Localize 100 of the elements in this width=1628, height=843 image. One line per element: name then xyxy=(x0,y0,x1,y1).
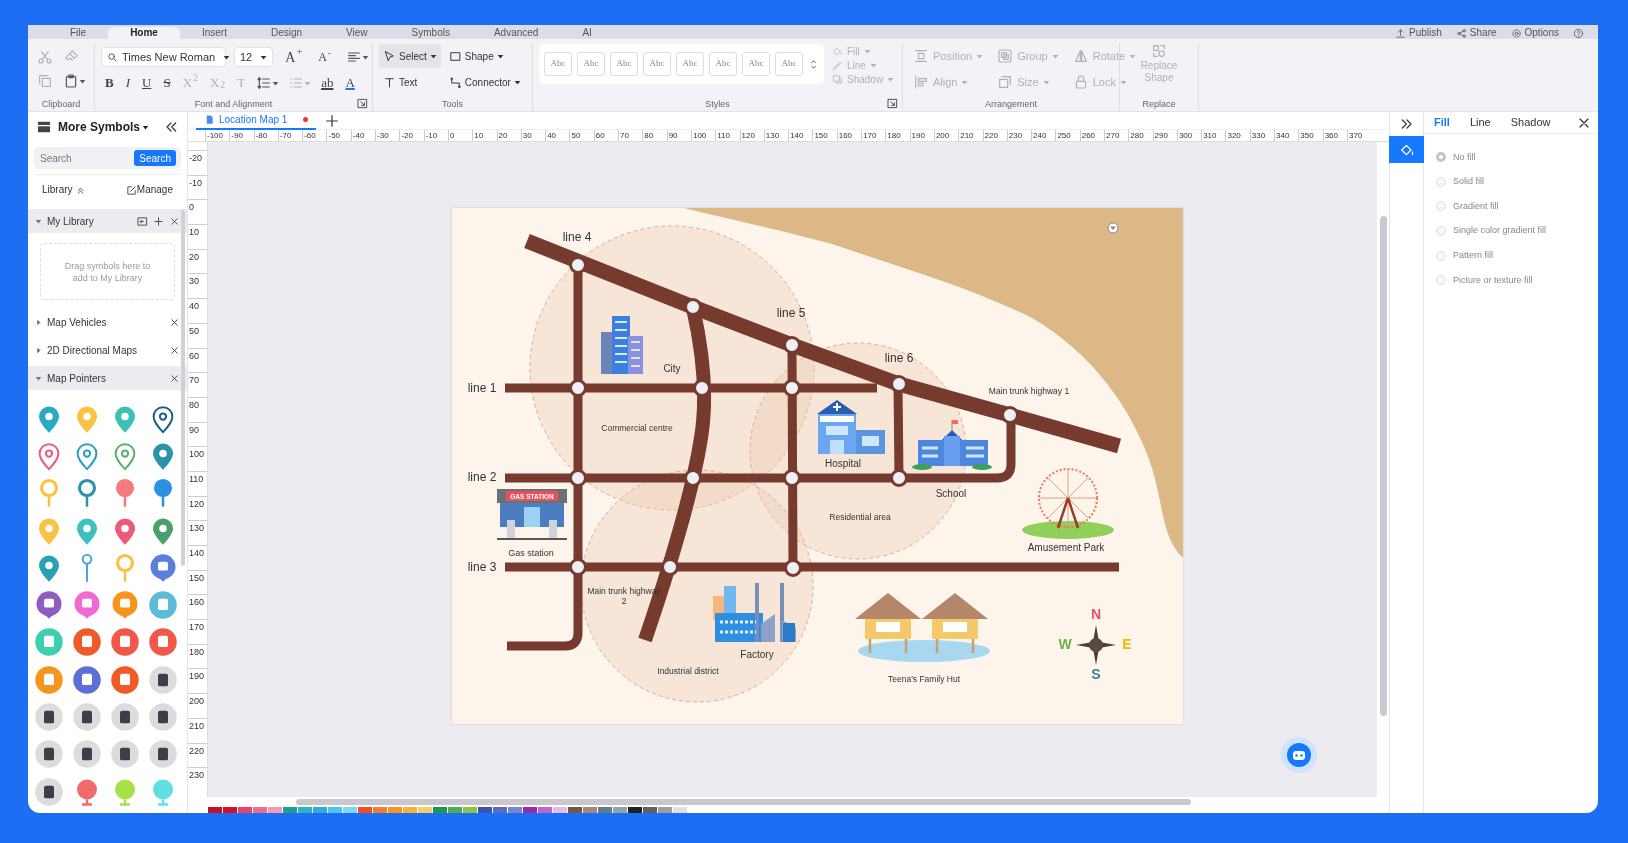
color-swatch[interactable] xyxy=(358,807,372,813)
font-size-increase-button[interactable]: A$^{+}$ xyxy=(281,46,307,68)
radio-button[interactable] xyxy=(1436,201,1446,212)
scrollbar-thumb[interactable] xyxy=(1380,216,1387,716)
close-icon[interactable] xyxy=(169,344,180,356)
scrollbar-thumb[interactable] xyxy=(296,799,1191,805)
color-swatch[interactable] xyxy=(373,807,387,813)
color-swatch[interactable] xyxy=(283,807,297,813)
style-sample[interactable]: Abc xyxy=(544,52,572,76)
help-icon[interactable] xyxy=(1573,27,1584,39)
dialog-launcher-icon[interactable] xyxy=(887,98,898,109)
menu-tab[interactable]: Symbols xyxy=(389,27,472,39)
style-sample[interactable]: Abc xyxy=(742,52,770,76)
menu-tab[interactable]: Advanced xyxy=(471,27,561,39)
color-swatch[interactable] xyxy=(403,807,417,813)
plus-icon[interactable] xyxy=(324,112,341,129)
round-symbol-icon[interactable] xyxy=(110,739,140,770)
radio-button[interactable] xyxy=(1436,176,1446,187)
color-swatch[interactable] xyxy=(523,807,537,813)
round-pin-icon[interactable] xyxy=(34,590,64,621)
color-swatch[interactable] xyxy=(568,807,582,813)
option-label[interactable]: Single color gradient fill xyxy=(1453,224,1547,238)
scroll-arrows-icon[interactable] xyxy=(808,58,819,70)
round-pin-icon[interactable] xyxy=(110,590,140,621)
option-label[interactable]: Picture or texture fill xyxy=(1453,273,1533,287)
connector-tool-button[interactable]: Connector xyxy=(444,70,525,94)
section-title[interactable]: 2D Directional Maps xyxy=(47,342,164,358)
library-toggle[interactable]: Library xyxy=(42,182,87,197)
strike-format-button[interactable]: S xyxy=(159,72,175,94)
round-symbol-icon[interactable] xyxy=(148,664,178,695)
color-swatch[interactable] xyxy=(328,807,342,813)
bold-format-button[interactable]: B xyxy=(101,72,118,94)
line-spacing-icon[interactable] xyxy=(255,75,272,91)
expanded-triangle-icon[interactable] xyxy=(35,374,42,382)
color-swatch[interactable] xyxy=(553,807,567,813)
color-swatch[interactable] xyxy=(628,807,642,813)
round-symbol-icon[interactable] xyxy=(34,776,64,807)
scrollbar-thumb[interactable] xyxy=(181,210,185,566)
font-size-decrease-button[interactable]: A$^{-}$ xyxy=(314,46,335,68)
plus-icon[interactable] xyxy=(153,215,164,227)
radio-button[interactable] xyxy=(1436,152,1446,163)
radio-button[interactable] xyxy=(1436,226,1446,237)
menu-tab[interactable]: Design xyxy=(248,27,325,39)
color-swatch[interactable] xyxy=(448,807,462,813)
color-swatch[interactable] xyxy=(643,807,657,813)
color-swatch[interactable] xyxy=(433,807,447,813)
panel-tab[interactable]: Fill xyxy=(1424,111,1460,134)
style-sample[interactable]: Abc xyxy=(577,52,605,76)
color-swatch[interactable] xyxy=(673,807,687,813)
color-swatch[interactable] xyxy=(223,807,237,813)
menu-tab[interactable]: File xyxy=(48,27,109,39)
page-menu-icon[interactable] xyxy=(1107,222,1119,234)
panel-title-dropdown[interactable]: More Symbols xyxy=(58,118,150,136)
color-swatch[interactable] xyxy=(208,807,222,813)
top-action-link[interactable]: Publish xyxy=(1395,27,1442,39)
highlight-format-button[interactable]: ab xyxy=(317,72,338,94)
color-swatch[interactable] xyxy=(388,807,402,813)
color-swatch[interactable] xyxy=(298,807,312,813)
menu-tab[interactable]: View xyxy=(324,27,390,39)
color-format-button[interactable]: A xyxy=(341,72,359,94)
top-action-link[interactable]: Share xyxy=(1455,27,1497,39)
style-sample[interactable]: Abc xyxy=(610,52,638,76)
round-pin-icon[interactable] xyxy=(148,552,178,583)
menu-tab[interactable]: Home xyxy=(108,27,180,39)
section-title[interactable]: My Library xyxy=(47,213,132,229)
color-swatch[interactable] xyxy=(598,807,612,813)
select-tool-button[interactable]: Select xyxy=(379,44,441,68)
option-label[interactable]: Solid fill xyxy=(1453,175,1484,189)
close-icon[interactable] xyxy=(169,316,180,328)
search-button[interactable]: Search xyxy=(134,150,176,166)
underline-format-button[interactable]: U xyxy=(138,72,156,94)
color-swatch[interactable] xyxy=(658,807,672,813)
color-swatch[interactable] xyxy=(238,807,252,813)
color-swatch[interactable] xyxy=(478,807,492,813)
round-symbol-icon[interactable] xyxy=(72,739,102,770)
panel-tab[interactable]: Shadow xyxy=(1500,111,1561,134)
color-swatch[interactable] xyxy=(583,807,597,813)
radio-button[interactable] xyxy=(1436,250,1446,261)
color-swatch[interactable] xyxy=(313,807,327,813)
text-align-icon[interactable] xyxy=(345,49,362,65)
fill-panel-button[interactable] xyxy=(1389,136,1424,163)
menu-tab[interactable]: AI xyxy=(560,27,614,39)
round-symbol-icon[interactable] xyxy=(110,702,140,732)
color-swatch[interactable] xyxy=(343,807,357,813)
color-swatch[interactable] xyxy=(493,807,507,813)
collapsed-triangle-icon[interactable] xyxy=(35,318,42,326)
text-tool-button[interactable]: Text xyxy=(379,70,441,94)
section-title[interactable]: Map Vehicles xyxy=(47,314,164,330)
option-label[interactable]: Gradient fill xyxy=(1453,199,1499,214)
menu-tab[interactable]: Insert xyxy=(179,27,249,39)
collapsed-triangle-icon[interactable] xyxy=(35,346,42,354)
style-sample[interactable]: Abc xyxy=(643,52,671,76)
style-sample[interactable]: Abc xyxy=(775,52,803,76)
round-symbol-icon[interactable] xyxy=(34,702,64,732)
scissors-icon[interactable] xyxy=(37,49,53,65)
color-swatch[interactable] xyxy=(508,807,522,813)
round-symbol-icon[interactable] xyxy=(72,702,102,732)
style-sample[interactable]: Abc xyxy=(709,52,737,76)
manage-link[interactable]: Manage xyxy=(125,182,173,197)
color-swatch[interactable] xyxy=(463,807,477,813)
